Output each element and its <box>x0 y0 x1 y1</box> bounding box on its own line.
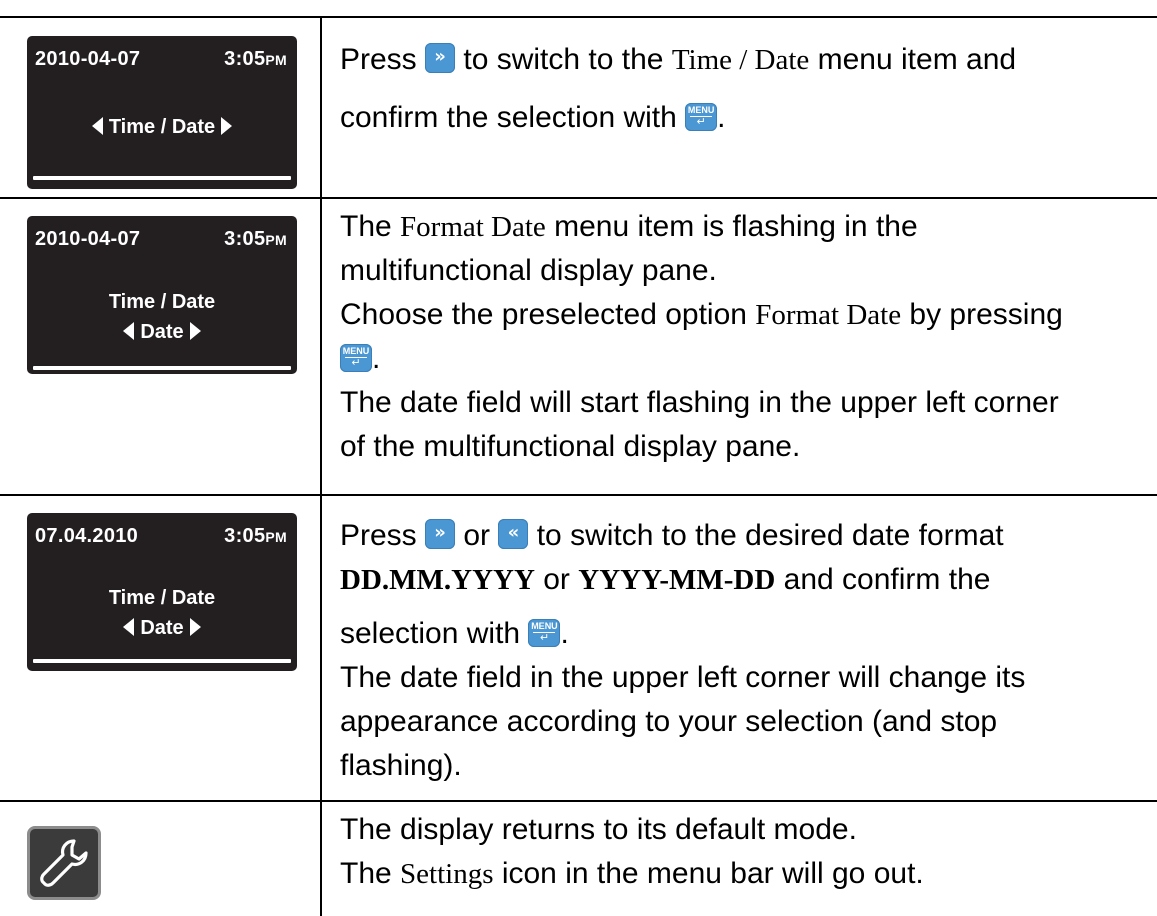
prev-button-icon: « <box>498 519 529 549</box>
menu-enter-button-icon: MENU ↵ <box>685 103 718 131</box>
lcd-bar <box>33 176 291 180</box>
triangle-right-icon <box>189 322 201 340</box>
menu-enter-button-icon: MENU ↵ <box>340 344 372 372</box>
table-border-top <box>0 16 1157 18</box>
lcd-bar <box>33 659 291 663</box>
menu-enter-button-icon: MENU ↵ <box>528 619 561 647</box>
row-divider <box>0 197 1157 199</box>
triangle-right-icon <box>189 618 201 636</box>
row-3-text: Press » or « to switch to the desired da… <box>340 519 1026 782</box>
lcd-display: 2010-04-07 3:05PM Time / Date Date <box>27 216 297 374</box>
column-divider <box>320 16 322 916</box>
row-1-text: Press » to switch to the Time / Date men… <box>340 43 1017 134</box>
lcd-time: 3:05PM <box>224 525 287 547</box>
lcd-bar <box>33 366 291 370</box>
row-divider <box>0 494 1157 496</box>
lcd-time: 3:05PM <box>224 48 287 70</box>
next-button-icon: » <box>425 43 456 73</box>
next-button-icon: » <box>425 519 456 549</box>
triangle-left-icon <box>91 117 103 135</box>
lcd-date: 2010-04-07 <box>35 48 141 70</box>
lcd-menu-line: Time / Date <box>27 116 297 139</box>
triangle-left-icon <box>123 618 135 636</box>
lcd-time: 3:05PM <box>224 228 287 250</box>
lcd-menu-line: Date <box>27 617 297 640</box>
triangle-left-icon <box>123 322 135 340</box>
lcd-display: 2010-04-07 3:05PM Time / Date <box>27 36 297 189</box>
lcd-menu-title: Time / Date <box>108 291 216 313</box>
lcd-menu-line: Date <box>27 321 297 344</box>
lcd-date: 07.04.2010 <box>35 525 139 547</box>
row-2-text: The Format Date menu item is flashing in… <box>340 210 1063 463</box>
lcd-date: 2010-04-07 <box>35 228 141 250</box>
row-divider <box>0 800 1157 802</box>
lcd-menu-title: Time / Date <box>108 587 216 609</box>
triangle-right-icon <box>221 117 233 135</box>
row-4-text: The display returns to its default mode.… <box>340 813 924 890</box>
wrench-icon <box>27 826 101 900</box>
lcd-display: 07.04.2010 3:05PM Time / Date Date <box>27 513 297 671</box>
